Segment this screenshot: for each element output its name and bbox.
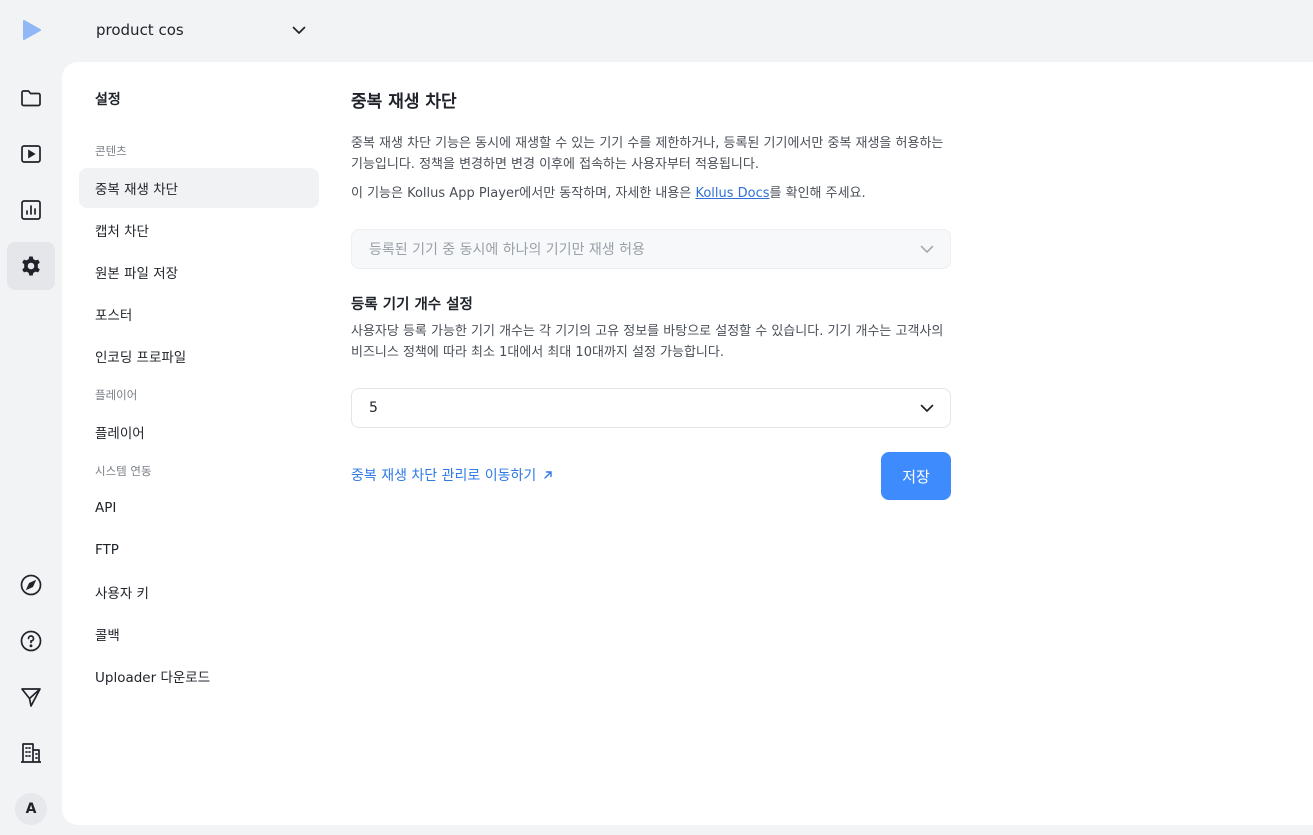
device-count-select[interactable]: 5 [351,388,951,428]
folder-icon [21,90,41,107]
description: 중복 재생 차단 기능은 동시에 재생할 수 있는 기기 수를 제한하거나, 등… [351,133,951,175]
page-title: 중복 재생 차단 [351,92,457,112]
nav-item-original-file-save[interactable]: 원본 파일 저장 [79,252,319,292]
nav-item-ftp[interactable]: FTP [79,530,319,570]
chevron-down-icon [292,26,306,34]
device-count-value: 5 [369,400,378,416]
save-button[interactable]: 저장 [881,452,951,500]
chevron-down-icon [920,404,934,412]
nav-item-player[interactable]: 플레이어 [79,412,319,452]
rail-organization-button[interactable] [7,729,55,777]
nav-item-capture-block[interactable]: 캡처 차단 [79,210,319,250]
rail-feedback-button[interactable] [7,673,55,721]
video-icon [21,145,41,163]
nav-item-uploader-download[interactable]: Uploader 다운로드 [79,656,319,696]
rail-explore-button[interactable] [7,561,55,609]
nav-item-callback[interactable]: 콜백 [79,614,319,654]
rail-contents-button[interactable] [7,74,55,122]
settings-nav-title: 설정 [95,92,121,108]
section-label-contents: 콘텐츠 [95,144,127,158]
policy-select[interactable]: 등록된 기기 중 동시에 하나의 기기만 재생 허용 [351,229,951,269]
project-switcher[interactable]: product cos [96,14,308,46]
device-desc-line-1: 사용자당 등록 가능한 기기 개수는 각 기기의 고유 정보를 바탕으로 설정할… [351,324,944,339]
docs-note: 이 기능은 Kollus App Player에서만 동작하며, 자세한 내용은… [351,183,951,204]
policy-select-value: 등록된 기기 중 동시에 하나의 기기만 재생 허용 [369,242,645,258]
nav-item-encoding-profile[interactable]: 인코딩 프로파일 [79,336,319,376]
help-icon [20,630,42,652]
project-name: product cos [96,21,184,39]
rail-video-button[interactable] [7,130,55,178]
rail-stats-button[interactable] [7,186,55,234]
docs-note-suffix: 를 확인해 주세요. [769,186,866,201]
manage-duplicate-play-link[interactable]: 중복 재생 차단 관리로 이동하기 [351,465,554,485]
nav-item-duplicate-play-block[interactable]: 중복 재생 차단 [79,168,319,208]
description-line-2: 기능입니다. 정책을 변경하면 변경 이후에 접속하는 사용자부터 적용됩니다. [351,157,759,172]
main-panel: 설정 콘텐츠 중복 재생 차단 캡처 차단 원본 파일 저장 포스터 인코딩 프… [62,62,1313,825]
device-count-description: 사용자당 등록 가능한 기기 개수는 각 기기의 고유 정보를 바탕으로 설정할… [351,321,951,363]
compass-icon [20,574,42,596]
docs-note-prefix: 이 기능은 Kollus App Player에서만 동작하며, 자세한 내용은 [351,186,696,201]
building-icon [21,743,41,763]
rail-settings-button[interactable] [7,242,55,290]
play-logo-icon[interactable] [22,19,42,41]
nav-item-user-key[interactable]: 사용자 키 [79,572,319,612]
send-icon [21,688,41,707]
avatar[interactable]: A [15,793,47,825]
chart-icon [21,200,41,220]
manage-link-label: 중복 재생 차단 관리로 이동하기 [351,468,537,484]
left-rail: A [0,0,62,835]
nav-item-api[interactable]: API [79,488,319,528]
description-line-1: 중복 재생 차단 기능은 동시에 재생할 수 있는 기기 수를 제한하거나, 등… [351,136,944,151]
rail-help-button[interactable] [7,617,55,665]
external-arrow-icon [544,471,552,479]
nav-item-poster[interactable]: 포스터 [79,294,319,334]
section-label-system-integration: 시스템 연동 [95,464,152,478]
device-desc-line-2: 비즈니스 정책에 따라 최소 1대에서 최대 10대까지 설정 가능합니다. [351,345,724,360]
device-count-title: 등록 기기 개수 설정 [351,297,473,313]
chevron-down-icon [920,245,934,253]
gear-icon [22,256,40,276]
section-label-player: 플레이어 [95,388,138,402]
kollus-docs-link[interactable]: Kollus Docs [695,186,769,201]
